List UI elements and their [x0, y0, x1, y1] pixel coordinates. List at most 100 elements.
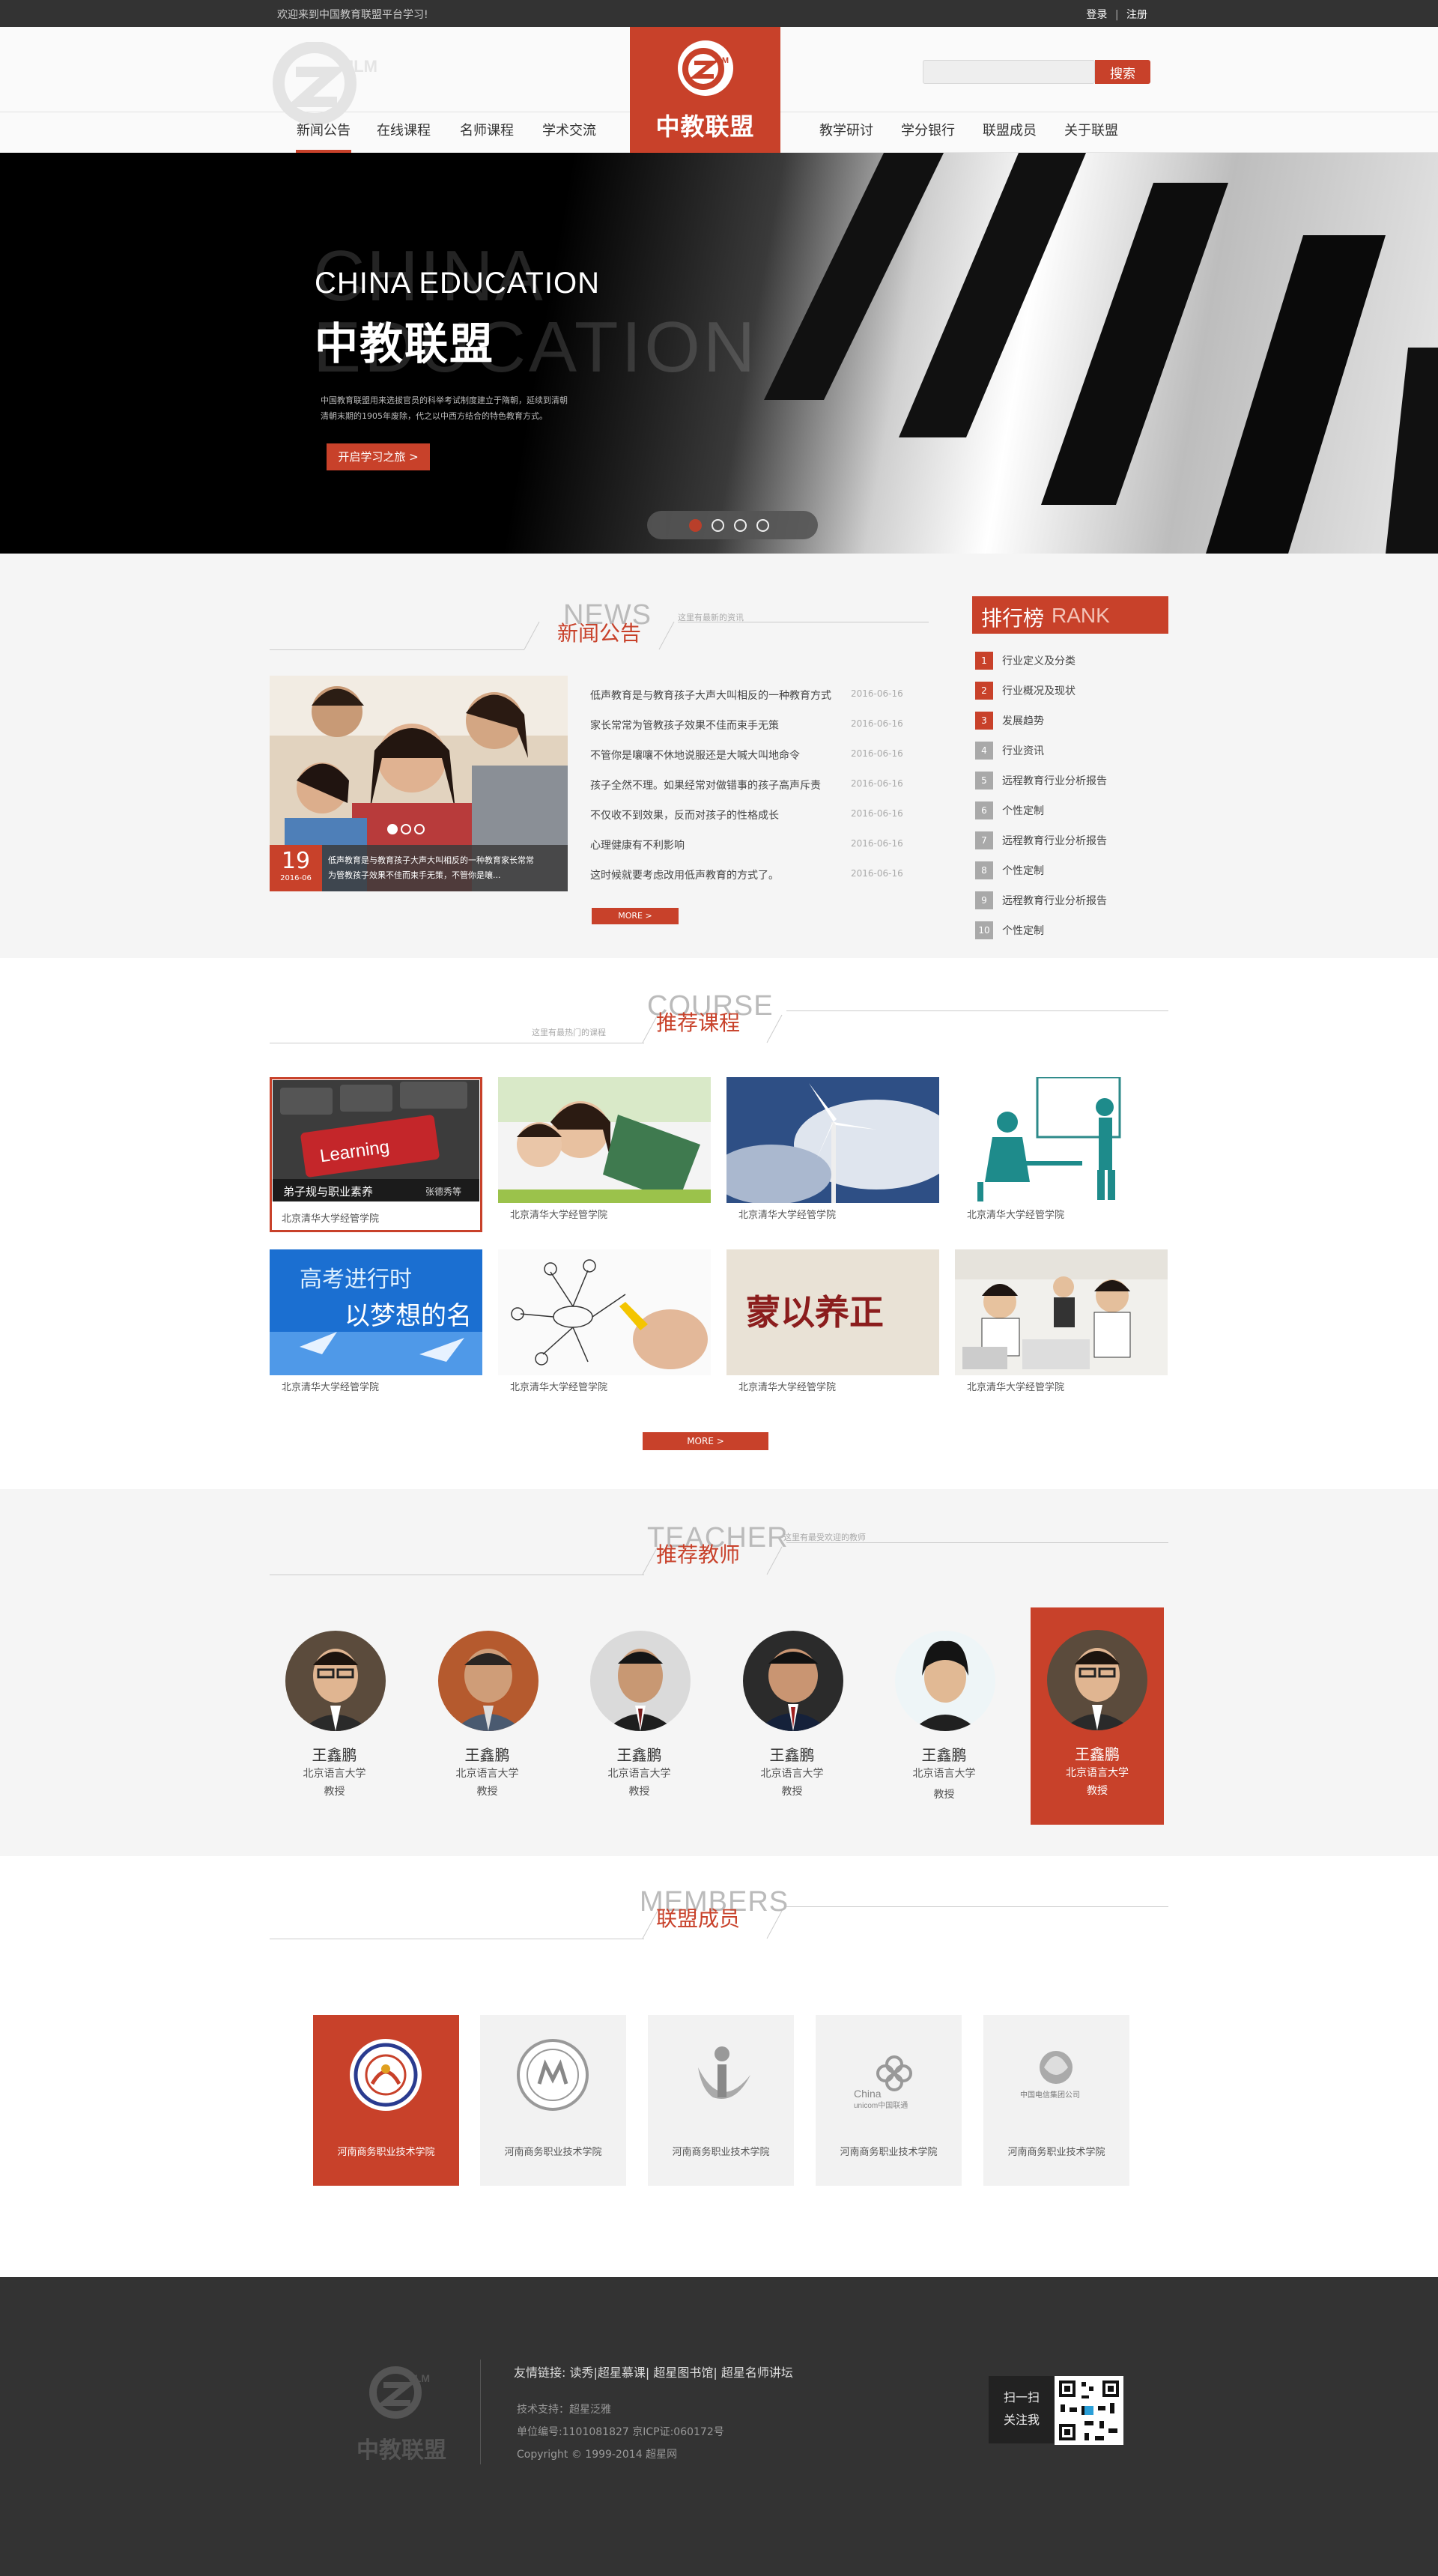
teacher-card[interactable]: 王鑫鹏 北京语言大学 教授 [867, 1608, 1021, 1825]
nav-famous-teachers-label: 名师课程 [460, 123, 514, 139]
teacher-position: 教授 [933, 1789, 955, 1801]
search-input[interactable] [923, 60, 1095, 84]
course-card[interactable]: 北京清华大学经管学院 [726, 1077, 939, 1221]
course-card[interactable]: 北京清华大学经管学院 [498, 1077, 711, 1221]
teacher-avatar [743, 1631, 843, 1731]
course-card[interactable]: 北京清华大学经管学院 [498, 1249, 711, 1393]
nav-online-course-label: 在线课程 [377, 123, 431, 139]
login-link[interactable]: 登录 [1086, 9, 1107, 21]
course-subtitle: 这里有最热门的课程 [532, 1028, 606, 1037]
unicom-en-1: China [854, 2088, 882, 2100]
gaokao-banner-image: 高考进行时以梦想的名 [270, 1249, 482, 1375]
slider-dot-4[interactable] [756, 519, 769, 532]
search-button[interactable]: 搜索 [1095, 60, 1150, 84]
nav-members[interactable]: 联盟成员 [983, 120, 1037, 153]
nav-teaching-research[interactable]: 教学研讨 [819, 120, 873, 153]
course-title-line-right [786, 1010, 1168, 1011]
member-name: 河南商务职业技术学院 [504, 2147, 602, 2158]
course-title-slash-2 [766, 1014, 783, 1043]
calligraphy-text: 蒙以养正 [746, 1292, 884, 1333]
brand-logo[interactable]: JLM 中教联盟 [630, 27, 780, 153]
students-laptops-image [955, 1249, 1168, 1375]
teacher-avatar [285, 1631, 386, 1731]
brand-name: 中教联盟 [655, 112, 755, 141]
news-item-title: 家长常常为管教孩子效果不佳而束手无策 [590, 720, 779, 732]
news-item[interactable]: 不仅收不到效果，反而对孩子的性格成长 2016-06-16 [590, 807, 905, 825]
nav-online-course[interactable]: 在线课程 [377, 120, 431, 153]
news-feature-caption-line-2: 为管教孩子效果不佳而束手无策，不管你是嚷... [328, 870, 501, 880]
nav-news[interactable]: 新闻公告 [296, 120, 351, 153]
news-image-dot-2[interactable] [401, 824, 411, 834]
nav-academic-label: 学术交流 [542, 123, 596, 139]
course-card[interactable]: 高考进行时 以梦想的名 北京清华大学经管学院 [270, 1249, 482, 1393]
news-item[interactable]: 不管你是嚷嚷不休地说服还是大喊大叫地命令 2016-06-16 [590, 748, 905, 766]
qr-code-icon[interactable] [1055, 2376, 1123, 2445]
news-image-dot-3[interactable] [414, 824, 425, 834]
follow-line-2: 关注我 [1003, 2413, 1040, 2427]
slider-dot-1[interactable] [689, 519, 702, 532]
member-name: 河南商务职业技术学院 [840, 2147, 938, 2158]
brand-logo-icon: JLM [682, 48, 729, 90]
hero-start-button[interactable]: 开启学习之旅 > [327, 443, 430, 470]
course-card[interactable]: 蒙以养正 北京清华大学经管学院 [726, 1249, 939, 1393]
course-card[interactable]: Learning 弟子规与职业素养 张德秀等 北京清华大学经管学院 [270, 1077, 482, 1232]
news-item[interactable]: 孩子全然不理。如果经常对做错事的孩子高声斥责 2016-06-16 [590, 778, 905, 795]
teacher-position: 教授 [476, 1786, 498, 1798]
nav-famous-teachers[interactable]: 名师课程 [460, 120, 514, 153]
ghost-logo-letters: JLM [345, 57, 377, 76]
footer-copyright: Copyright © 1999-2014 超星网 [517, 2449, 678, 2461]
teacher-position: 教授 [1087, 1785, 1108, 1797]
teacher-name: 王鑫鹏 [769, 1746, 815, 1764]
course-card[interactable]: 北京清华大学经管学院 [955, 1249, 1168, 1393]
nav-members-label: 联盟成员 [983, 123, 1037, 139]
course-featured-teacher: 张德秀等 [425, 1187, 462, 1197]
university-seal-icon [517, 2039, 589, 2111]
teacher-position: 教授 [324, 1786, 345, 1798]
nav-academic[interactable]: 学术交流 [542, 120, 596, 153]
teacher-title-cn: 推荐教师 [656, 1542, 741, 1567]
news-item[interactable]: 心理健康有不利影响 2016-06-16 [590, 837, 905, 855]
member-card[interactable]: 河南商务职业技术学院 [480, 2015, 626, 2186]
news-item-date: 2016-06-16 [851, 868, 903, 879]
member-card[interactable]: 河南商务职业技术学院 [648, 2015, 794, 2186]
course-card[interactable]: 北京清华大学经管学院 [955, 1077, 1168, 1221]
rank-item-number: 7 [975, 831, 993, 849]
slider-dot-3[interactable] [734, 519, 747, 532]
nav-credit-bank[interactable]: 学分银行 [901, 120, 955, 153]
news-subtitle: 这里有最新的资讯 [678, 613, 744, 622]
calligraphy-image: 蒙以养正 [726, 1249, 939, 1375]
news-image-dot-1[interactable] [387, 824, 398, 834]
ghost-logo-icon: JLM [273, 42, 377, 125]
member-card-active[interactable]: 河南商务职业技术学院 [313, 2015, 459, 2186]
top-bar: 欢迎来到中国教育联盟平台学习! 登录 | 注册 [0, 0, 1438, 27]
news-item[interactable]: 家长常常为管教孩子效果不佳而束手无策 2016-06-16 [590, 718, 905, 736]
footer-logo-icon: JLM [369, 2366, 430, 2419]
rank-item-label: 行业概况及现状 [1002, 685, 1076, 697]
teacher-avatar [1047, 1630, 1147, 1730]
member-card[interactable]: China unicom中国联通 河南商务职业技术学院 [816, 2015, 962, 2186]
news-item-title: 孩子全然不理。如果经常对做错事的孩子高声斥责 [590, 780, 821, 792]
slider-dot-2[interactable] [712, 519, 724, 532]
rank-item-label: 个性定制 [1002, 865, 1044, 877]
news-more-button[interactable]: MORE > [592, 908, 679, 924]
course-caption: 北京清华大学经管学院 [282, 1213, 380, 1225]
college-emblem-icon [350, 2039, 422, 2111]
footer-logo-letters: JLM [409, 2372, 430, 2384]
register-link[interactable]: 注册 [1126, 9, 1147, 21]
news-item[interactable]: 这时候就要考虑改用低声教育的方式了。 2016-06-16 [590, 867, 905, 885]
teacher-card[interactable]: 王鑫鹏 北京语言大学 教授 [562, 1608, 716, 1825]
course-more-button[interactable]: MORE > [643, 1432, 768, 1450]
member-name: 河南商务职业技术学院 [337, 2147, 435, 2158]
rank-item-number: 6 [975, 801, 993, 819]
member-card[interactable]: 中国电信集团公司 河南商务职业技术学院 [983, 2015, 1129, 2186]
teacher-card[interactable]: 王鑫鹏 北京语言大学 教授 [410, 1608, 564, 1825]
teacher-card-active[interactable]: 王鑫鹏 北京语言大学 教授 [1031, 1607, 1164, 1825]
teacher-card[interactable]: 王鑫鹏 北京语言大学 教授 [715, 1608, 869, 1825]
hero-desc-line-1: 中国教育联盟用来选拔官员的科举考试制度建立于隋朝，延续到清朝 [321, 396, 568, 405]
news-item[interactable]: 低声教育是与教育孩子大声大叫相反的一种教育方式 2016-06-16 [590, 688, 905, 706]
member-name: 河南商务职业技术学院 [672, 2147, 770, 2158]
rank-item-number: 3 [975, 712, 993, 730]
teacher-card[interactable]: 王鑫鹏 北京语言大学 教授 [258, 1608, 411, 1825]
footer-links[interactable]: 友情链接: 读秀|超星慕课| 超星图书馆| 超星名师讲坛 [514, 2363, 793, 2380]
nav-about[interactable]: 关于联盟 [1064, 120, 1118, 153]
